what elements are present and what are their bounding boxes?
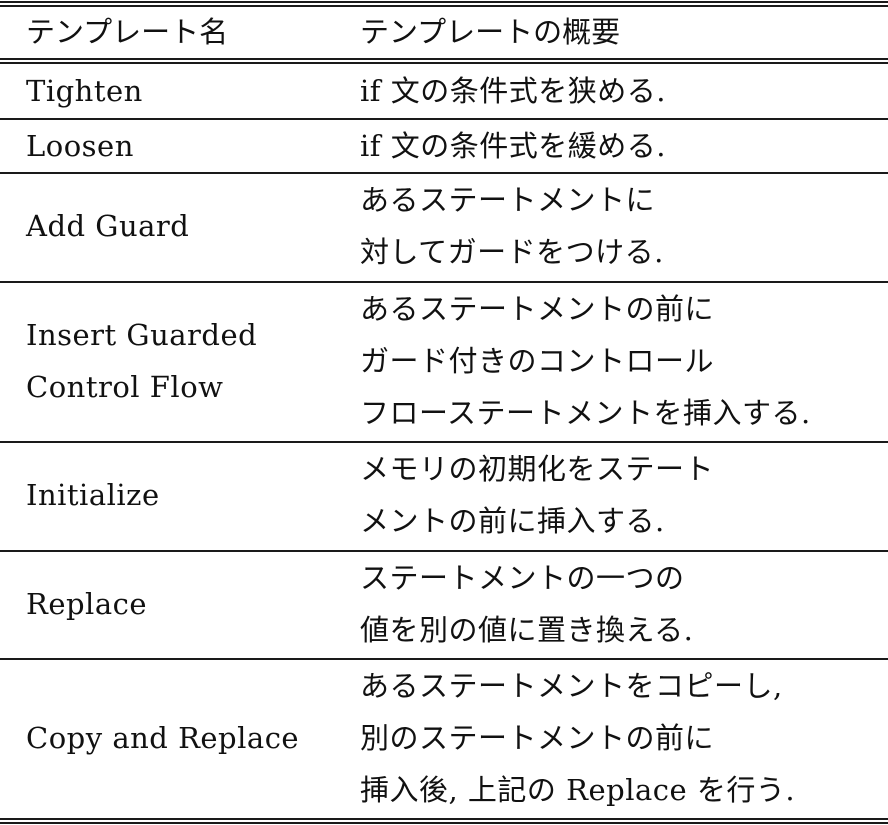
template-description-line: 別のステートメントの前に	[360, 721, 715, 755]
header-template-name: テンプレート名	[26, 15, 229, 49]
table-row: Insert Guarded Control Flow あるステートメントの前に…	[0, 283, 888, 439]
table-row: Tighten if 文の条件式を狭める.	[0, 65, 888, 118]
table-row: Loosen if 文の条件式を緩める.	[0, 120, 888, 172]
template-description-line: ステートメントの一つの	[360, 561, 685, 595]
template-description: if 文の条件式を狭める.	[360, 74, 666, 108]
template-name: Replace	[26, 587, 148, 621]
template-description-line: 値を別の値に置き換える.	[360, 613, 694, 647]
template-description-line: フローステートメントを挿入する.	[360, 396, 811, 430]
template-description-line: 対してガードをつける.	[360, 235, 664, 269]
template-name: Loosen	[26, 129, 134, 163]
template-description-line: あるステートメントをコピーし,	[360, 669, 783, 703]
top-rule	[0, 1, 888, 3]
bottom-rule	[0, 818, 888, 820]
template-description: if 文の条件式を緩める.	[360, 129, 666, 163]
header-rule	[0, 58, 888, 60]
table-row: Initialize メモリの初期化をステート メントの前に挿入する.	[0, 443, 888, 549]
header-template-summary: テンプレートの概要	[360, 15, 621, 49]
header-row: テンプレート名 テンプレートの概要	[0, 8, 888, 58]
table-row: Copy and Replace あるステートメントをコピーし, 別のステートメ…	[0, 660, 888, 816]
template-name: Copy and Replace	[26, 721, 300, 755]
template-description-line: あるステートメントの前に	[360, 292, 715, 326]
template-name: Add Guard	[26, 209, 190, 243]
template-description-line: 挿入後, 上記の Replace を行う.	[360, 773, 796, 807]
table-row: Replace ステートメントの一つの 値を別の値に置き換える.	[0, 552, 888, 658]
template-name: Tighten	[26, 74, 143, 108]
table-row: Add Guard あるステートメントに 対してガードをつける.	[0, 174, 888, 280]
template-name: Initialize	[26, 478, 160, 512]
template-name-line: Insert Guarded	[26, 318, 258, 352]
template-description-line: ガード付きのコントロール	[360, 344, 715, 378]
header-rule	[0, 62, 888, 64]
bottom-rule	[0, 822, 888, 824]
template-description-line: メントの前に挿入する.	[360, 504, 665, 538]
template-description-line: あるステートメントに	[360, 183, 656, 217]
template-description-line: メモリの初期化をステート	[360, 452, 715, 486]
template-name-line: Control Flow	[26, 370, 224, 404]
